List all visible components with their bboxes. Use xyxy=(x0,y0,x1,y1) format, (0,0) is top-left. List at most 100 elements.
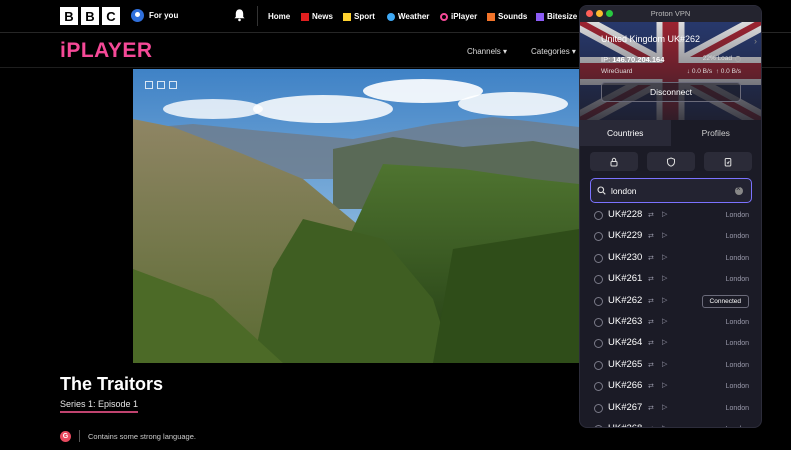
nav-link-news[interactable]: News xyxy=(301,12,333,21)
server-name: UK#229 xyxy=(608,230,643,242)
search-icon xyxy=(597,186,606,195)
download-arrow-icon: ↓ xyxy=(686,68,691,75)
ip-label: IP: xyxy=(601,55,611,64)
for-you-label: For you xyxy=(149,11,179,20)
server-row[interactable]: UK#268 ⇄ ▷ London xyxy=(580,419,761,427)
connect-circle-icon[interactable] xyxy=(594,424,603,427)
connect-circle-icon[interactable] xyxy=(594,382,603,392)
channels-menu[interactable]: Channels ▾ xyxy=(467,47,507,56)
p2p-icon: ⇄ xyxy=(648,212,654,219)
connect-circle-icon[interactable] xyxy=(594,339,603,349)
ip-value: 146.70.204.164 xyxy=(612,55,665,64)
nav-link-sounds[interactable]: Sounds xyxy=(487,12,527,21)
connect-circle-icon[interactable] xyxy=(594,403,603,413)
server-city: London xyxy=(725,233,749,241)
connected-badge[interactable]: Connected xyxy=(701,294,749,308)
p2p-icon: ⇄ xyxy=(648,425,654,427)
notifications-bell-icon[interactable] xyxy=(233,8,246,22)
server-row[interactable]: UK#264 ⇄ ▷ London xyxy=(580,333,761,354)
proton-vpn-window: Proton VPN United Kingdom UK#262 › IP: 1… xyxy=(579,5,762,428)
server-row[interactable]: UK#266 ⇄ ▷ London xyxy=(580,376,761,397)
server-row[interactable]: UK#230 ⇄ ▷ London xyxy=(580,248,761,269)
nav-link-iplayer[interactable]: iPlayer xyxy=(440,12,477,21)
channels-label: Channels xyxy=(467,47,501,56)
netshield-filter-button[interactable] xyxy=(647,152,695,171)
server-row[interactable]: UK#267 ⇄ ▷ London xyxy=(580,398,761,419)
iplayer-icon xyxy=(440,12,448,21)
nav-link-label: Bitesize xyxy=(547,12,578,21)
server-name: UK#262 xyxy=(608,294,643,306)
bbc-logo-letter: B xyxy=(60,7,78,25)
server-row[interactable]: UK#263 ⇄ ▷ London xyxy=(580,312,761,333)
server-filters xyxy=(590,152,752,171)
p2p-icon: ⇄ xyxy=(648,254,654,262)
video-control-icon[interactable] xyxy=(169,81,177,89)
sounds-icon xyxy=(487,12,495,21)
episode-label: Series 1: Episode 1 xyxy=(60,399,139,413)
server-name: UK#266 xyxy=(608,380,643,392)
server-name: UK#230 xyxy=(608,251,643,263)
p2p-icon: ⇄ xyxy=(648,318,654,326)
nav-link-label: Home xyxy=(268,12,291,21)
categories-menu[interactable]: Categories ▾ xyxy=(531,47,576,56)
p2p-icon: ⇄ xyxy=(648,340,654,348)
connect-circle-icon[interactable] xyxy=(594,317,603,327)
server-city: London xyxy=(725,212,749,219)
disconnect-button[interactable]: Disconnect xyxy=(601,82,741,102)
vpn-window-title: Proton VPN xyxy=(650,9,691,18)
video-player[interactable] xyxy=(133,69,579,363)
killswitch-filter-button[interactable] xyxy=(704,152,752,171)
nav-link-home[interactable]: Home xyxy=(268,12,290,21)
server-row[interactable]: UK#228 ⇄ ▷ London xyxy=(580,205,761,226)
server-name: UK#264 xyxy=(608,337,643,349)
server-city: London xyxy=(725,276,749,284)
connect-circle-icon[interactable] xyxy=(594,253,603,263)
server-row[interactable]: UK#261 ⇄ ▷ London xyxy=(580,269,761,290)
guidance-divider xyxy=(79,430,80,442)
video-frame-landscape xyxy=(133,69,579,363)
connect-circle-icon[interactable] xyxy=(594,211,603,220)
connect-circle-icon[interactable] xyxy=(594,296,603,306)
server-row[interactable]: UK#229 ⇄ ▷ London xyxy=(580,226,761,247)
nav-link-weather[interactable]: Weather xyxy=(387,12,429,21)
streaming-icon: ▷ xyxy=(662,211,668,218)
video-control-icon[interactable] xyxy=(157,81,165,89)
shield-icon xyxy=(667,156,675,167)
server-name: UK#265 xyxy=(608,358,643,370)
connect-circle-icon[interactable] xyxy=(594,275,603,285)
p2p-icon: ⇄ xyxy=(648,276,654,284)
connect-circle-icon[interactable] xyxy=(594,232,603,242)
connect-circle-icon[interactable] xyxy=(594,360,603,370)
clear-search-icon[interactable] xyxy=(735,184,743,195)
nav-link-label: iPlayer xyxy=(451,12,478,21)
streaming-icon: ▷ xyxy=(662,296,668,304)
server-list: UK#228 ⇄ ▷ London UK#229 ⇄ ▷ London UK#230 ⇄ ▷ Lond… xyxy=(580,205,761,427)
server-name: UK#228 xyxy=(608,209,643,220)
nav-link-sport[interactable]: Sport xyxy=(343,12,375,21)
protocol-label: WireGuard xyxy=(601,68,633,75)
bbc-logo[interactable]: B B C xyxy=(60,7,120,25)
guidance-text: Contains some strong language. xyxy=(88,431,196,441)
video-control-icon[interactable] xyxy=(145,81,153,89)
streaming-icon: ▷ xyxy=(662,424,667,427)
tab-profiles[interactable]: Profiles xyxy=(671,120,762,146)
tab-countries[interactable]: Countries xyxy=(580,120,671,146)
p2p-icon: ⇄ xyxy=(648,297,654,305)
lock-icon xyxy=(610,157,618,166)
server-row[interactable]: UK#265 ⇄ ▷ London xyxy=(580,355,761,376)
vpn-titlebar: Proton VPN xyxy=(580,6,761,22)
iplayer-logo[interactable]: iPLAYER xyxy=(60,39,153,63)
p2p-icon: ⇄ xyxy=(648,383,654,391)
connected-server-name: United Kingdom UK#262 xyxy=(601,34,701,44)
server-row[interactable]: UK#262 ⇄ ▷ Connected xyxy=(580,291,761,312)
nav-link-bitesize[interactable]: Bitesize xyxy=(536,12,577,21)
video-overlay-controls xyxy=(145,81,177,89)
server-name: UK#261 xyxy=(608,273,643,285)
server-search-input[interactable]: london xyxy=(590,178,752,203)
server-city: London xyxy=(726,426,749,427)
secure-core-filter-button[interactable] xyxy=(590,152,638,171)
for-you-button[interactable]: For you xyxy=(131,9,178,22)
streaming-icon: ▷ xyxy=(662,253,668,261)
download-speed: 0.0 B/s xyxy=(691,68,713,75)
chevron-right-icon[interactable]: › xyxy=(754,36,757,46)
